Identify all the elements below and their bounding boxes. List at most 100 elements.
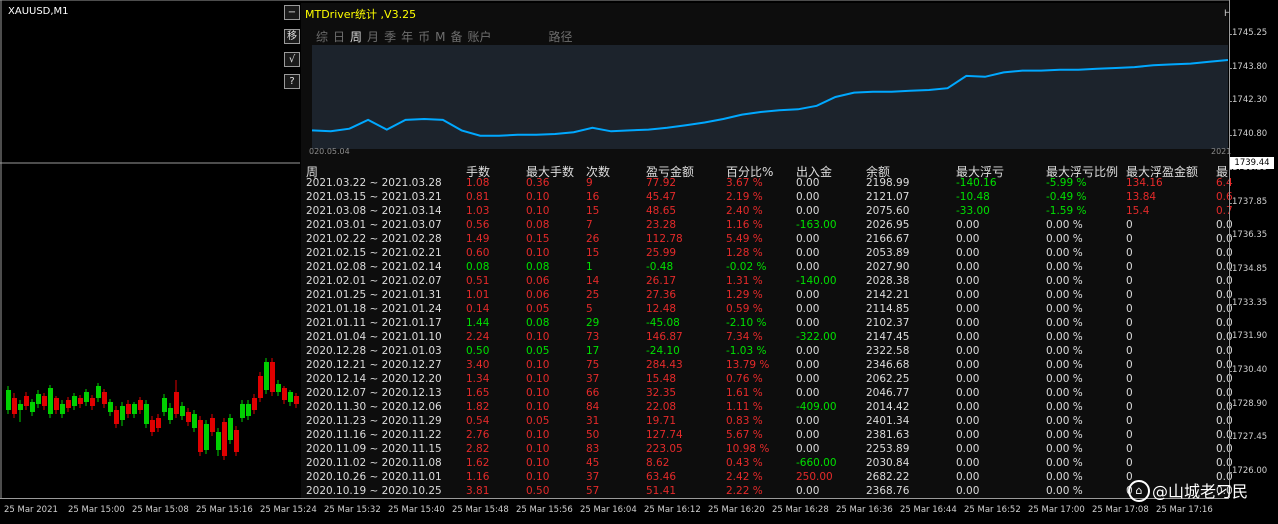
time-tick-label: 25 Mar 15:00 [68, 505, 125, 515]
table-cell: 9 [586, 177, 593, 189]
table-cell: 0 [1126, 457, 1133, 469]
table-cell: 0.05 [526, 345, 550, 357]
table-cell: 2.76 [466, 429, 490, 441]
price-tick-mark [1229, 472, 1232, 474]
candle-body [84, 392, 89, 402]
candle-body [126, 404, 131, 414]
time-tick-label: 25 Mar 16:36 [836, 505, 893, 515]
table-cell: 0.00 [796, 177, 820, 189]
table-cell: 2322.58 [866, 345, 910, 357]
table-cell: -1.03 % [726, 345, 767, 357]
table-cell: 0 [1126, 331, 1133, 343]
equity-start-label: 020.05.04 [309, 147, 350, 156]
table-cell: 2021.03.08 ~ 2021.03.14 [306, 205, 442, 217]
time-tick-label: 25 Mar 15:48 [452, 505, 509, 515]
confirm-button[interactable]: √ [284, 52, 300, 67]
help-button[interactable]: ? [284, 74, 300, 89]
tab-9[interactable]: 账户 [467, 28, 491, 45]
table-cell: 2021.03.15 ~ 2021.03.21 [306, 191, 442, 203]
table-cell: 1.11 % [726, 401, 763, 413]
table-cell: -660.00 [796, 457, 837, 469]
table-cell: 0.00 [796, 345, 820, 357]
candle-body [210, 418, 215, 432]
table-cell: 0.00 % [1046, 247, 1083, 259]
candle-body [144, 404, 149, 424]
time-tick-label: 25 Mar 2021 [4, 505, 58, 515]
panel-title: MTDriver统计 ,V3.25 [305, 8, 417, 21]
candle-body [18, 404, 23, 410]
table-cell: 0 [1126, 359, 1133, 371]
table-cell: 10.98 % [726, 443, 770, 455]
price-tick-label: 1742.30 [1232, 95, 1268, 106]
table-cell: 2401.34 [866, 415, 910, 427]
table-cell: 3.81 [466, 485, 490, 497]
tab-6[interactable]: 币 [418, 28, 430, 45]
table-cell: 0 [1126, 373, 1133, 385]
candle-body [24, 396, 29, 406]
tab-0[interactable]: 综 [316, 28, 328, 45]
table-cell: 15.48 [646, 373, 677, 385]
table-cell: 112.78 [646, 233, 683, 245]
time-tick-label: 25 Mar 16:44 [900, 505, 957, 515]
tab-7[interactable]: M [435, 30, 445, 44]
table-cell: 0.00 % [1046, 485, 1083, 497]
table-cell: 0.10 [526, 373, 550, 385]
table-cell: 0.76 % [726, 373, 763, 385]
candle-body [282, 388, 287, 400]
tab-1[interactable]: 日 [333, 28, 345, 45]
table-cell: 0 [1126, 233, 1133, 245]
table-cell: 2368.76 [866, 485, 910, 497]
minimize-button[interactable]: − [284, 5, 300, 20]
table-cell: 250.00 [796, 471, 833, 483]
table-cell: 0.00 [956, 331, 980, 343]
table-cell: 0.05 [526, 415, 550, 427]
tab-8[interactable]: 备 [450, 28, 462, 45]
candle-body [228, 418, 233, 440]
table-cell: 84 [586, 401, 600, 413]
table-cell: 146.87 [646, 331, 683, 343]
table-cell: 2166.67 [866, 233, 910, 245]
table-cell: 25.99 [646, 247, 677, 259]
table-cell: 134.16 [1126, 177, 1163, 189]
table-cell: 2346.68 [866, 359, 910, 371]
table-cell: -0.02 % [726, 261, 767, 273]
table-cell: 1.44 [466, 317, 490, 329]
tab-10[interactable]: 路径 [549, 28, 573, 45]
table-cell: 16 [586, 191, 600, 203]
tab-2[interactable]: 周 [350, 28, 362, 45]
candle-body [36, 394, 41, 404]
table-cell: 2.24 [466, 331, 490, 343]
price-tick-mark [1229, 404, 1232, 406]
table-cell: -5.99 % [1046, 177, 1087, 189]
table-cell: 0.08 [526, 261, 550, 273]
table-cell: 0.00 % [1046, 415, 1083, 427]
move-button[interactable]: 移 [284, 29, 300, 44]
time-tick-label: 25 Mar 15:08 [132, 505, 189, 515]
table-cell: 2142.21 [866, 289, 910, 301]
table-cell: 2198.99 [866, 177, 910, 189]
equity-line [311, 59, 1229, 137]
time-tick-label: 25 Mar 15:32 [324, 505, 381, 515]
table-cell: 75 [586, 359, 600, 371]
tab-4[interactable]: 季 [384, 28, 396, 45]
tab-5[interactable]: 年 [401, 28, 413, 45]
table-cell: 0.00 [796, 415, 820, 427]
table-cell: 0.10 [526, 387, 550, 399]
table-cell: 57 [586, 485, 600, 497]
table-cell: -409.00 [796, 401, 837, 413]
table-cell: 45.47 [646, 191, 677, 203]
table-cell: 0.00 [796, 429, 820, 441]
table-cell: 0.00 [956, 261, 980, 273]
tab-3[interactable]: 月 [367, 28, 379, 45]
table-cell: 0.00 [956, 345, 980, 357]
price-tick-mark [1229, 34, 1232, 35]
candle-body [6, 390, 11, 410]
candle-body [132, 404, 137, 414]
table-cell: 0.00 % [1046, 261, 1083, 273]
table-cell: 1.62 [466, 457, 490, 469]
table-cell: 0.10 [526, 359, 550, 371]
price-tick-label: 1728.90 [1232, 398, 1268, 409]
table-cell: 2075.60 [866, 205, 910, 217]
candle-body [138, 400, 143, 410]
table-cell: 0.36 [526, 177, 550, 189]
